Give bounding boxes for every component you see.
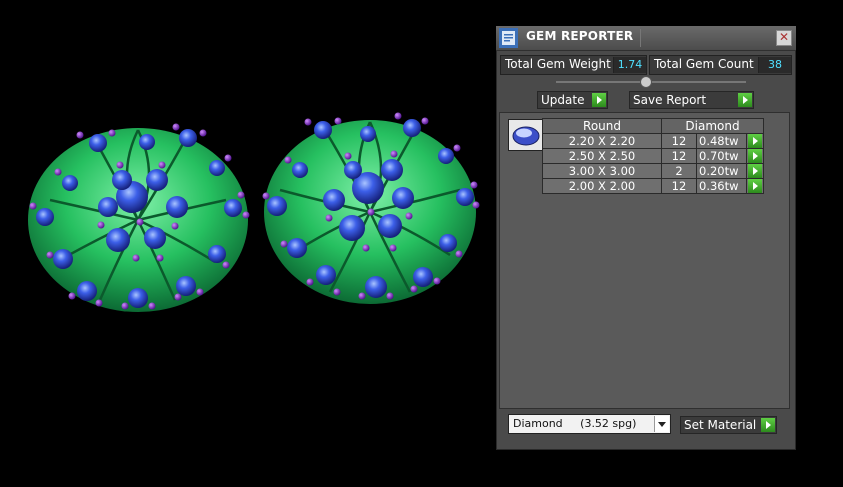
earring-render xyxy=(28,112,480,312)
gem-list-area: Round Diamond 2.20 X 2.20 12 0.48tw 2.50… xyxy=(499,112,790,409)
close-icon: ✕ xyxy=(778,30,790,44)
gem-size: 3.00 X 3.00 xyxy=(542,163,662,179)
total-gem-weight-value: 1.74 xyxy=(613,57,646,73)
slider-handle[interactable] xyxy=(640,76,652,88)
gem-count: 12 xyxy=(661,133,697,149)
table-header-row: Round Diamond xyxy=(542,118,764,134)
set-material-button[interactable]: Set Material xyxy=(680,416,777,434)
table-row: 2.50 X 2.50 12 0.70tw xyxy=(542,148,764,164)
total-gem-count-label: Total Gem Count xyxy=(654,57,754,71)
save-report-button[interactable]: Save Report xyxy=(629,91,754,109)
round-gem-icon[interactable] xyxy=(508,119,544,151)
play-arrow-icon xyxy=(592,93,606,107)
right-earring xyxy=(262,112,480,304)
table-row: 2.00 X 2.00 12 0.36tw xyxy=(542,178,764,194)
gem-weight: 0.36tw xyxy=(696,178,747,194)
gem-weight: 0.20tw xyxy=(696,163,747,179)
gem-size: 2.20 X 2.20 xyxy=(542,133,662,149)
title-bar[interactable]: GEM REPORTER ✕ xyxy=(496,26,796,51)
3d-viewport[interactable] xyxy=(0,0,495,487)
gem-table: Round Diamond 2.20 X 2.20 12 0.48tw 2.50… xyxy=(542,118,764,194)
chevron-down-icon xyxy=(654,416,669,432)
header-cut: Round xyxy=(542,118,662,134)
gem-weight: 0.48tw xyxy=(696,133,747,149)
gem-count: 12 xyxy=(661,148,697,164)
play-arrow-icon[interactable] xyxy=(748,179,762,193)
gem-size: 2.00 X 2.00 xyxy=(542,178,662,194)
material-selected-value: Diamond (3.52 spg) xyxy=(513,417,637,430)
row-select-cell xyxy=(746,163,764,179)
left-earring xyxy=(28,123,250,312)
gem-reporter-panel: GEM REPORTER ✕ Total Gem Weight 1.74 Tot… xyxy=(496,26,796,450)
play-arrow-icon xyxy=(761,418,775,432)
play-arrow-icon[interactable] xyxy=(748,164,762,178)
header-material: Diamond xyxy=(661,118,764,134)
set-material-button-label: Set Material xyxy=(684,418,757,432)
play-arrow-icon[interactable] xyxy=(748,134,762,148)
play-arrow-icon xyxy=(738,93,752,107)
row-select-cell xyxy=(746,133,764,149)
total-gem-count-value: 38 xyxy=(758,57,791,73)
table-row: 3.00 X 3.00 2 0.20tw xyxy=(542,163,764,179)
gem-size: 2.50 X 2.50 xyxy=(542,148,662,164)
total-gem-weight-box: Total Gem Weight 1.74 xyxy=(500,55,647,75)
title-divider xyxy=(640,29,641,47)
total-gem-count-box: Total Gem Count 38 xyxy=(649,55,792,75)
gem-count: 12 xyxy=(661,178,697,194)
close-button[interactable]: ✕ xyxy=(776,30,792,46)
report-icon xyxy=(499,28,518,48)
update-button-label: Update xyxy=(541,93,585,107)
update-button[interactable]: Update xyxy=(537,91,608,109)
window-title: GEM REPORTER xyxy=(526,29,634,43)
material-dropdown[interactable]: Diamond (3.52 spg) xyxy=(508,414,671,434)
row-select-cell xyxy=(746,148,764,164)
table-row: 2.20 X 2.20 12 0.48tw xyxy=(542,133,764,149)
play-arrow-icon[interactable] xyxy=(748,149,762,163)
save-report-button-label: Save Report xyxy=(633,93,707,107)
row-select-cell xyxy=(746,178,764,194)
total-gem-weight-label: Total Gem Weight xyxy=(505,57,611,71)
gem-count: 2 xyxy=(661,163,697,179)
gem-weight: 0.70tw xyxy=(696,148,747,164)
